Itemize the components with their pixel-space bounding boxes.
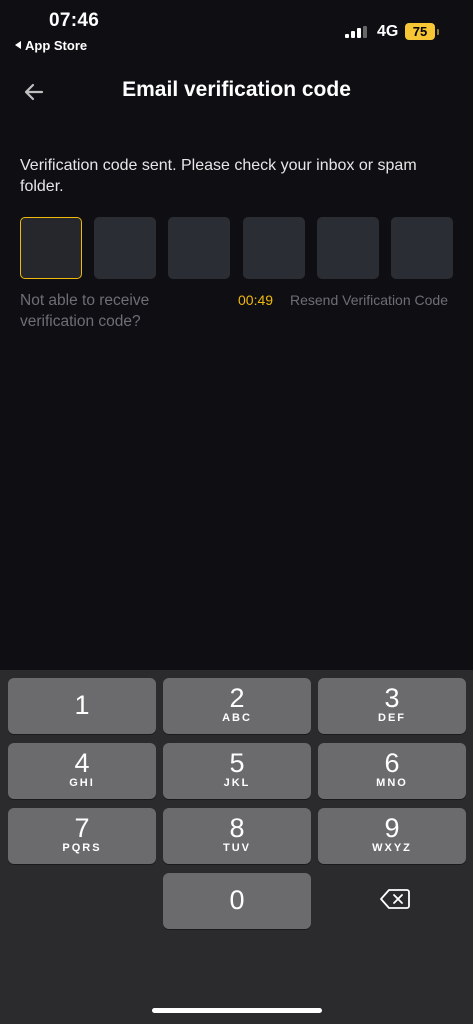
code-input-6[interactable] (391, 217, 453, 279)
countdown-timer: 00:49 (238, 292, 274, 308)
key-digit: 1 (74, 690, 90, 720)
page-title: Email verification code (122, 78, 351, 101)
key-digit: 0 (229, 885, 245, 915)
status-back-label: App Store (25, 38, 88, 53)
key-digit: 2 (229, 683, 245, 713)
key-digit: 5 (229, 748, 245, 778)
key-digit: 3 (384, 683, 400, 713)
key-3[interactable]: 3 DEF (318, 678, 466, 734)
instruction-text: Verification code sent. Please check you… (20, 157, 417, 195)
key-6[interactable]: 6 MNO (318, 743, 466, 799)
key-8[interactable]: 8 TUV (163, 808, 311, 864)
key-letters: WXYZ (372, 842, 412, 854)
code-input-2[interactable] (94, 217, 156, 279)
key-4[interactable]: 4 GHI (8, 743, 156, 799)
key-digit: 8 (229, 813, 245, 843)
battery-level: 75 (412, 24, 428, 39)
backspace-icon[interactable] (380, 888, 410, 910)
key-9[interactable]: 9 WXYZ (318, 808, 466, 864)
key-7[interactable]: 7 PQRS (8, 808, 156, 864)
home-indicator[interactable] (152, 1008, 322, 1013)
key-digit: 9 (384, 813, 400, 843)
key-digit: 7 (74, 813, 90, 843)
key-letters: JKL (223, 777, 251, 789)
key-0[interactable]: 0 (163, 873, 311, 929)
key-2[interactable]: 2 ABC (163, 678, 311, 734)
key-letters: ABC (222, 712, 252, 724)
network-type: 4G (377, 23, 399, 40)
battery-cap (437, 29, 439, 35)
signal-icon (345, 26, 369, 38)
key-letters: DEF (378, 712, 406, 724)
key-digit: 6 (384, 748, 400, 778)
key-letters: MNO (376, 777, 408, 789)
key-letters: PQRS (62, 842, 102, 854)
code-input-4[interactable] (243, 217, 305, 279)
not-able-to-receive-link[interactable]: Not able to receive verification code? (20, 290, 200, 332)
code-input-3[interactable] (168, 217, 230, 279)
key-digit: 4 (74, 748, 90, 778)
back-triangle-icon (15, 41, 21, 49)
screen: 07:46 App Store 4G 75 Email verification… (0, 0, 473, 1024)
key-1[interactable]: 1 (8, 678, 156, 734)
status-time: 07:46 (49, 10, 100, 31)
key-letters: GHI (69, 777, 95, 789)
key-5[interactable]: 5 JKL (163, 743, 311, 799)
code-input-1[interactable] (20, 217, 82, 279)
code-input-5[interactable] (317, 217, 379, 279)
resend-code-button[interactable]: Resend Verification Code (290, 292, 448, 308)
status-back-to-app-store[interactable]: App Store (15, 38, 87, 53)
battery-icon: 75 (405, 23, 435, 40)
key-letters: TUV (223, 842, 251, 854)
